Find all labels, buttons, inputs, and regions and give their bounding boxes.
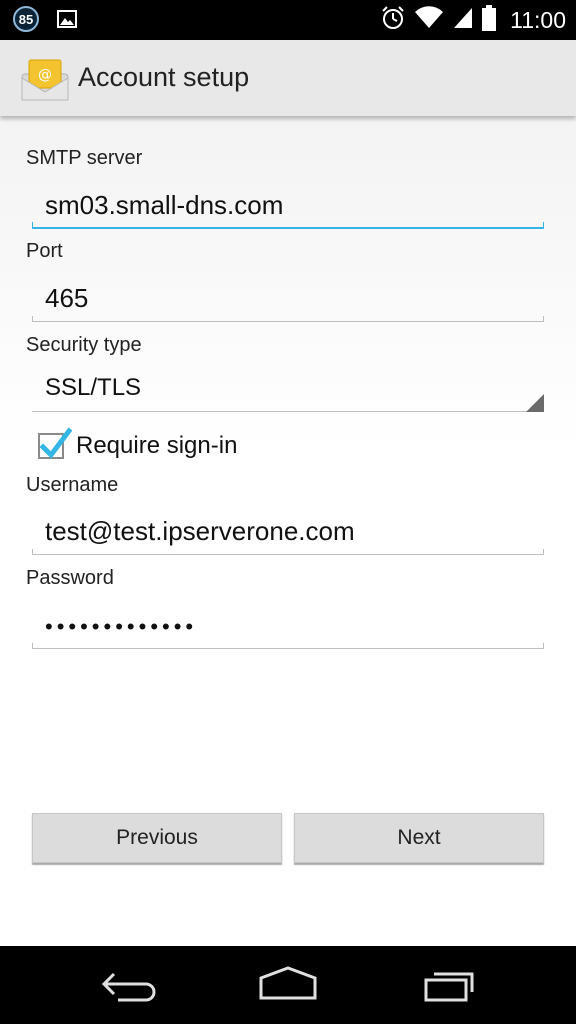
smtp-server-label: SMTP server — [26, 147, 143, 169]
status-bar: 85 11:00 — [0, 0, 576, 40]
account-setup-form: SMTP server sm03.small-dns.com Port 465 … — [0, 116, 576, 946]
require-signin-row[interactable]: Require sign-in — [38, 427, 238, 464]
port-label: Port — [26, 240, 63, 262]
next-button-label: Next — [397, 826, 441, 849]
require-signin-checkbox[interactable] — [38, 427, 72, 459]
wifi-icon — [414, 5, 444, 35]
action-bar: @ Account setup — [0, 40, 576, 116]
password-value: ••••••••••••• — [45, 614, 198, 639]
smtp-server-input[interactable]: sm03.small-dns.com — [32, 183, 544, 229]
next-button[interactable]: Next — [294, 813, 544, 863]
username-label: Username — [26, 474, 119, 496]
signal-icon — [452, 6, 474, 35]
image-notification-icon — [57, 10, 77, 33]
password-input[interactable]: ••••••••••••• — [32, 603, 544, 649]
previous-button-label: Previous — [116, 826, 198, 849]
battery-icon — [482, 4, 497, 36]
notification-count-badge: 85 — [13, 6, 39, 32]
dropdown-corner-icon — [526, 394, 544, 412]
svg-text:@: @ — [38, 67, 52, 83]
email-app-icon: @ — [20, 56, 70, 107]
previous-button[interactable]: Previous — [32, 813, 282, 863]
home-icon[interactable] — [256, 964, 320, 1009]
port-input[interactable]: 465 — [32, 276, 544, 322]
recent-apps-icon[interactable] — [420, 964, 480, 1009]
clock: 11:00 — [510, 6, 566, 33]
password-label: Password — [26, 567, 114, 589]
page-title: Account setup — [78, 62, 250, 92]
username-input[interactable]: test@test.ipserverone.com — [32, 509, 544, 555]
smtp-server-value: sm03.small-dns.com — [45, 190, 284, 220]
port-value: 465 — [45, 283, 89, 313]
checkmark-icon — [39, 427, 72, 459]
require-signin-label: Require sign-in — [76, 432, 238, 459]
security-type-value: SSL/TLS — [45, 374, 142, 401]
security-type-dropdown[interactable]: SSL/TLS — [32, 366, 544, 412]
notification-count: 85 — [18, 11, 34, 27]
security-type-label: Security type — [26, 334, 142, 356]
navigation-bar — [0, 946, 576, 1024]
username-value: test@test.ipserverone.com — [45, 516, 355, 546]
back-icon[interactable] — [98, 964, 158, 1009]
alarm-icon — [380, 5, 406, 36]
